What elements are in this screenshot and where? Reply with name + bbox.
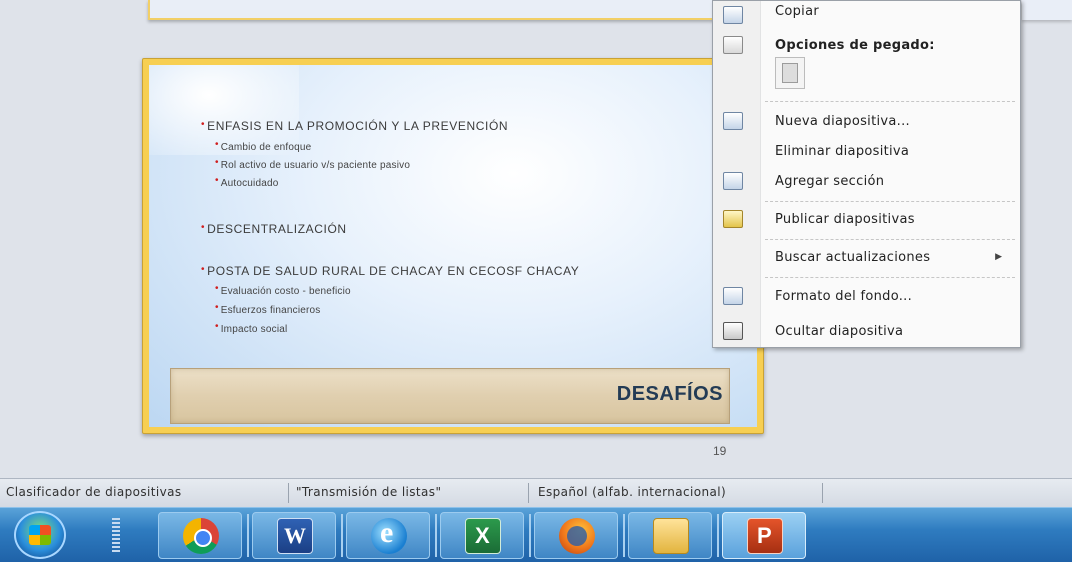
slide-number: 19 xyxy=(713,444,727,458)
taskbar-button-file-explorer[interactable] xyxy=(628,512,712,559)
firefox-icon xyxy=(559,518,595,554)
menu-separator xyxy=(765,277,1015,278)
bullet-marker-icon: • xyxy=(215,175,219,186)
new-slide-icon xyxy=(723,112,743,130)
menu-item-label: Agregar sección xyxy=(775,174,885,189)
menu-item-label: Formato del fondo... xyxy=(775,289,913,304)
paste-options-icon xyxy=(723,36,743,54)
menu-item-label: Nueva diapositiva... xyxy=(775,114,910,129)
menu-item-label: Eliminar diapositiva xyxy=(775,144,910,159)
bullet-marker-icon: • xyxy=(215,302,219,313)
status-language-label[interactable]: Español (alfab. internacional) xyxy=(538,485,726,499)
context-menu: Copiar Opciones de pegado: Nueva diaposi… xyxy=(712,0,1021,348)
taskbar-button-internet-explorer[interactable] xyxy=(346,512,430,559)
copy-icon xyxy=(723,6,743,24)
status-separator xyxy=(528,483,529,503)
add-section-icon xyxy=(723,172,743,190)
slide-bullet-3: • POSTA DE SALUD RURAL DE CHACAY EN CECOS… xyxy=(201,264,580,278)
taskbar-separator xyxy=(717,514,719,557)
status-separator xyxy=(822,483,823,503)
slide-footer-title: DESAFÍOS xyxy=(616,383,723,405)
bullet-marker-icon: • xyxy=(201,222,206,233)
slide-canvas: • ENFASIS EN LA PROMOCIÓN Y LA PREVENCIÓN… xyxy=(149,65,757,427)
chrome-icon xyxy=(183,518,219,554)
menu-item-format-background[interactable]: Formato del fondo... xyxy=(713,282,1020,312)
format-background-icon xyxy=(723,287,743,305)
slide-subbullet: • Evaluación costo - beneficio xyxy=(215,283,351,297)
menu-item-hide-slide[interactable]: Ocultar diapositiva xyxy=(713,317,1020,347)
word-icon xyxy=(277,518,313,554)
menu-separator xyxy=(765,101,1015,102)
menu-item-label: Publicar diapositivas xyxy=(775,212,915,227)
taskbar-separator xyxy=(247,514,249,557)
bullet-marker-icon: • xyxy=(201,264,206,275)
submenu-arrow-icon: ▶ xyxy=(995,252,1002,262)
taskbar-button-firefox[interactable] xyxy=(534,512,618,559)
slide-subbullet: • Rol activo de usuario v/s paciente pasi… xyxy=(215,157,411,171)
excel-icon xyxy=(465,518,501,554)
menu-item-copy[interactable]: Copiar xyxy=(713,1,1020,31)
menu-item-publish-slides[interactable]: Publicar diapositivas xyxy=(713,205,1020,235)
adjacent-slide-thumbnail[interactable] xyxy=(1022,0,1072,20)
status-separator xyxy=(288,483,289,503)
internet-explorer-icon xyxy=(371,516,407,554)
slide-footer-banner: DESAFÍOS xyxy=(170,368,730,424)
bullet-marker-icon: • xyxy=(201,119,206,130)
taskbar-separator xyxy=(529,514,531,557)
taskbar-grip[interactable] xyxy=(112,518,120,554)
powerpoint-icon xyxy=(747,518,783,554)
paste-keep-formatting-icon[interactable] xyxy=(775,57,805,89)
taskbar-button-word[interactable] xyxy=(252,512,336,559)
menu-item-check-updates[interactable]: Buscar actualizaciones ▶ xyxy=(713,243,1020,273)
hide-slide-icon xyxy=(723,322,743,340)
menu-item-label: Copiar xyxy=(775,4,820,19)
taskbar-button-powerpoint[interactable] xyxy=(722,512,806,559)
status-theme-label[interactable]: "Transmisión de listas" xyxy=(296,485,441,499)
menu-item-add-section[interactable]: Agregar sección xyxy=(713,167,1020,197)
selected-slide-thumbnail[interactable]: • ENFASIS EN LA PROMOCIÓN Y LA PREVENCIÓN… xyxy=(142,58,764,434)
taskbar-separator xyxy=(623,514,625,557)
previous-slide-thumbnail[interactable] xyxy=(148,0,760,20)
slide-subbullet: • Esfuerzos financieros xyxy=(215,302,321,316)
slide-bullet-2: • DESCENTRALIZACIÓN xyxy=(201,222,347,236)
bullet-marker-icon: • xyxy=(215,283,219,294)
taskbar-separator xyxy=(341,514,343,557)
start-orb-icon[interactable] xyxy=(14,511,66,559)
file-explorer-icon xyxy=(653,518,689,554)
slide-subbullet: • Autocuidado xyxy=(215,175,279,189)
menu-item-new-slide[interactable]: Nueva diapositiva... xyxy=(713,107,1020,137)
taskbar-separator xyxy=(435,514,437,557)
status-bar: Clasificador de diapositivas "Transmisió… xyxy=(0,478,1072,507)
menu-separator xyxy=(765,201,1015,202)
bullet-marker-icon: • xyxy=(215,139,219,150)
windows-taskbar xyxy=(0,507,1072,562)
bullet-marker-icon: • xyxy=(215,321,219,332)
taskbar-button-excel[interactable] xyxy=(440,512,524,559)
status-view-label[interactable]: Clasificador de diapositivas xyxy=(6,485,181,499)
bullet-marker-icon: • xyxy=(215,157,219,168)
menu-item-label: Buscar actualizaciones xyxy=(775,250,931,265)
taskbar-button-chrome[interactable] xyxy=(158,512,242,559)
slide-subbullet: • Cambio de enfoque xyxy=(215,139,312,153)
menu-item-label: Opciones de pegado: xyxy=(775,38,935,53)
slide-bullet-1: • ENFASIS EN LA PROMOCIÓN Y LA PREVENCIÓN xyxy=(201,119,509,133)
menu-item-paste-options: Opciones de pegado: xyxy=(713,31,1020,61)
menu-separator xyxy=(765,239,1015,240)
menu-item-delete-slide[interactable]: Eliminar diapositiva xyxy=(713,137,1020,167)
menu-item-label: Ocultar diapositiva xyxy=(775,324,904,339)
publish-slides-icon xyxy=(723,210,743,228)
slide-subbullet: • Impacto social xyxy=(215,321,288,335)
